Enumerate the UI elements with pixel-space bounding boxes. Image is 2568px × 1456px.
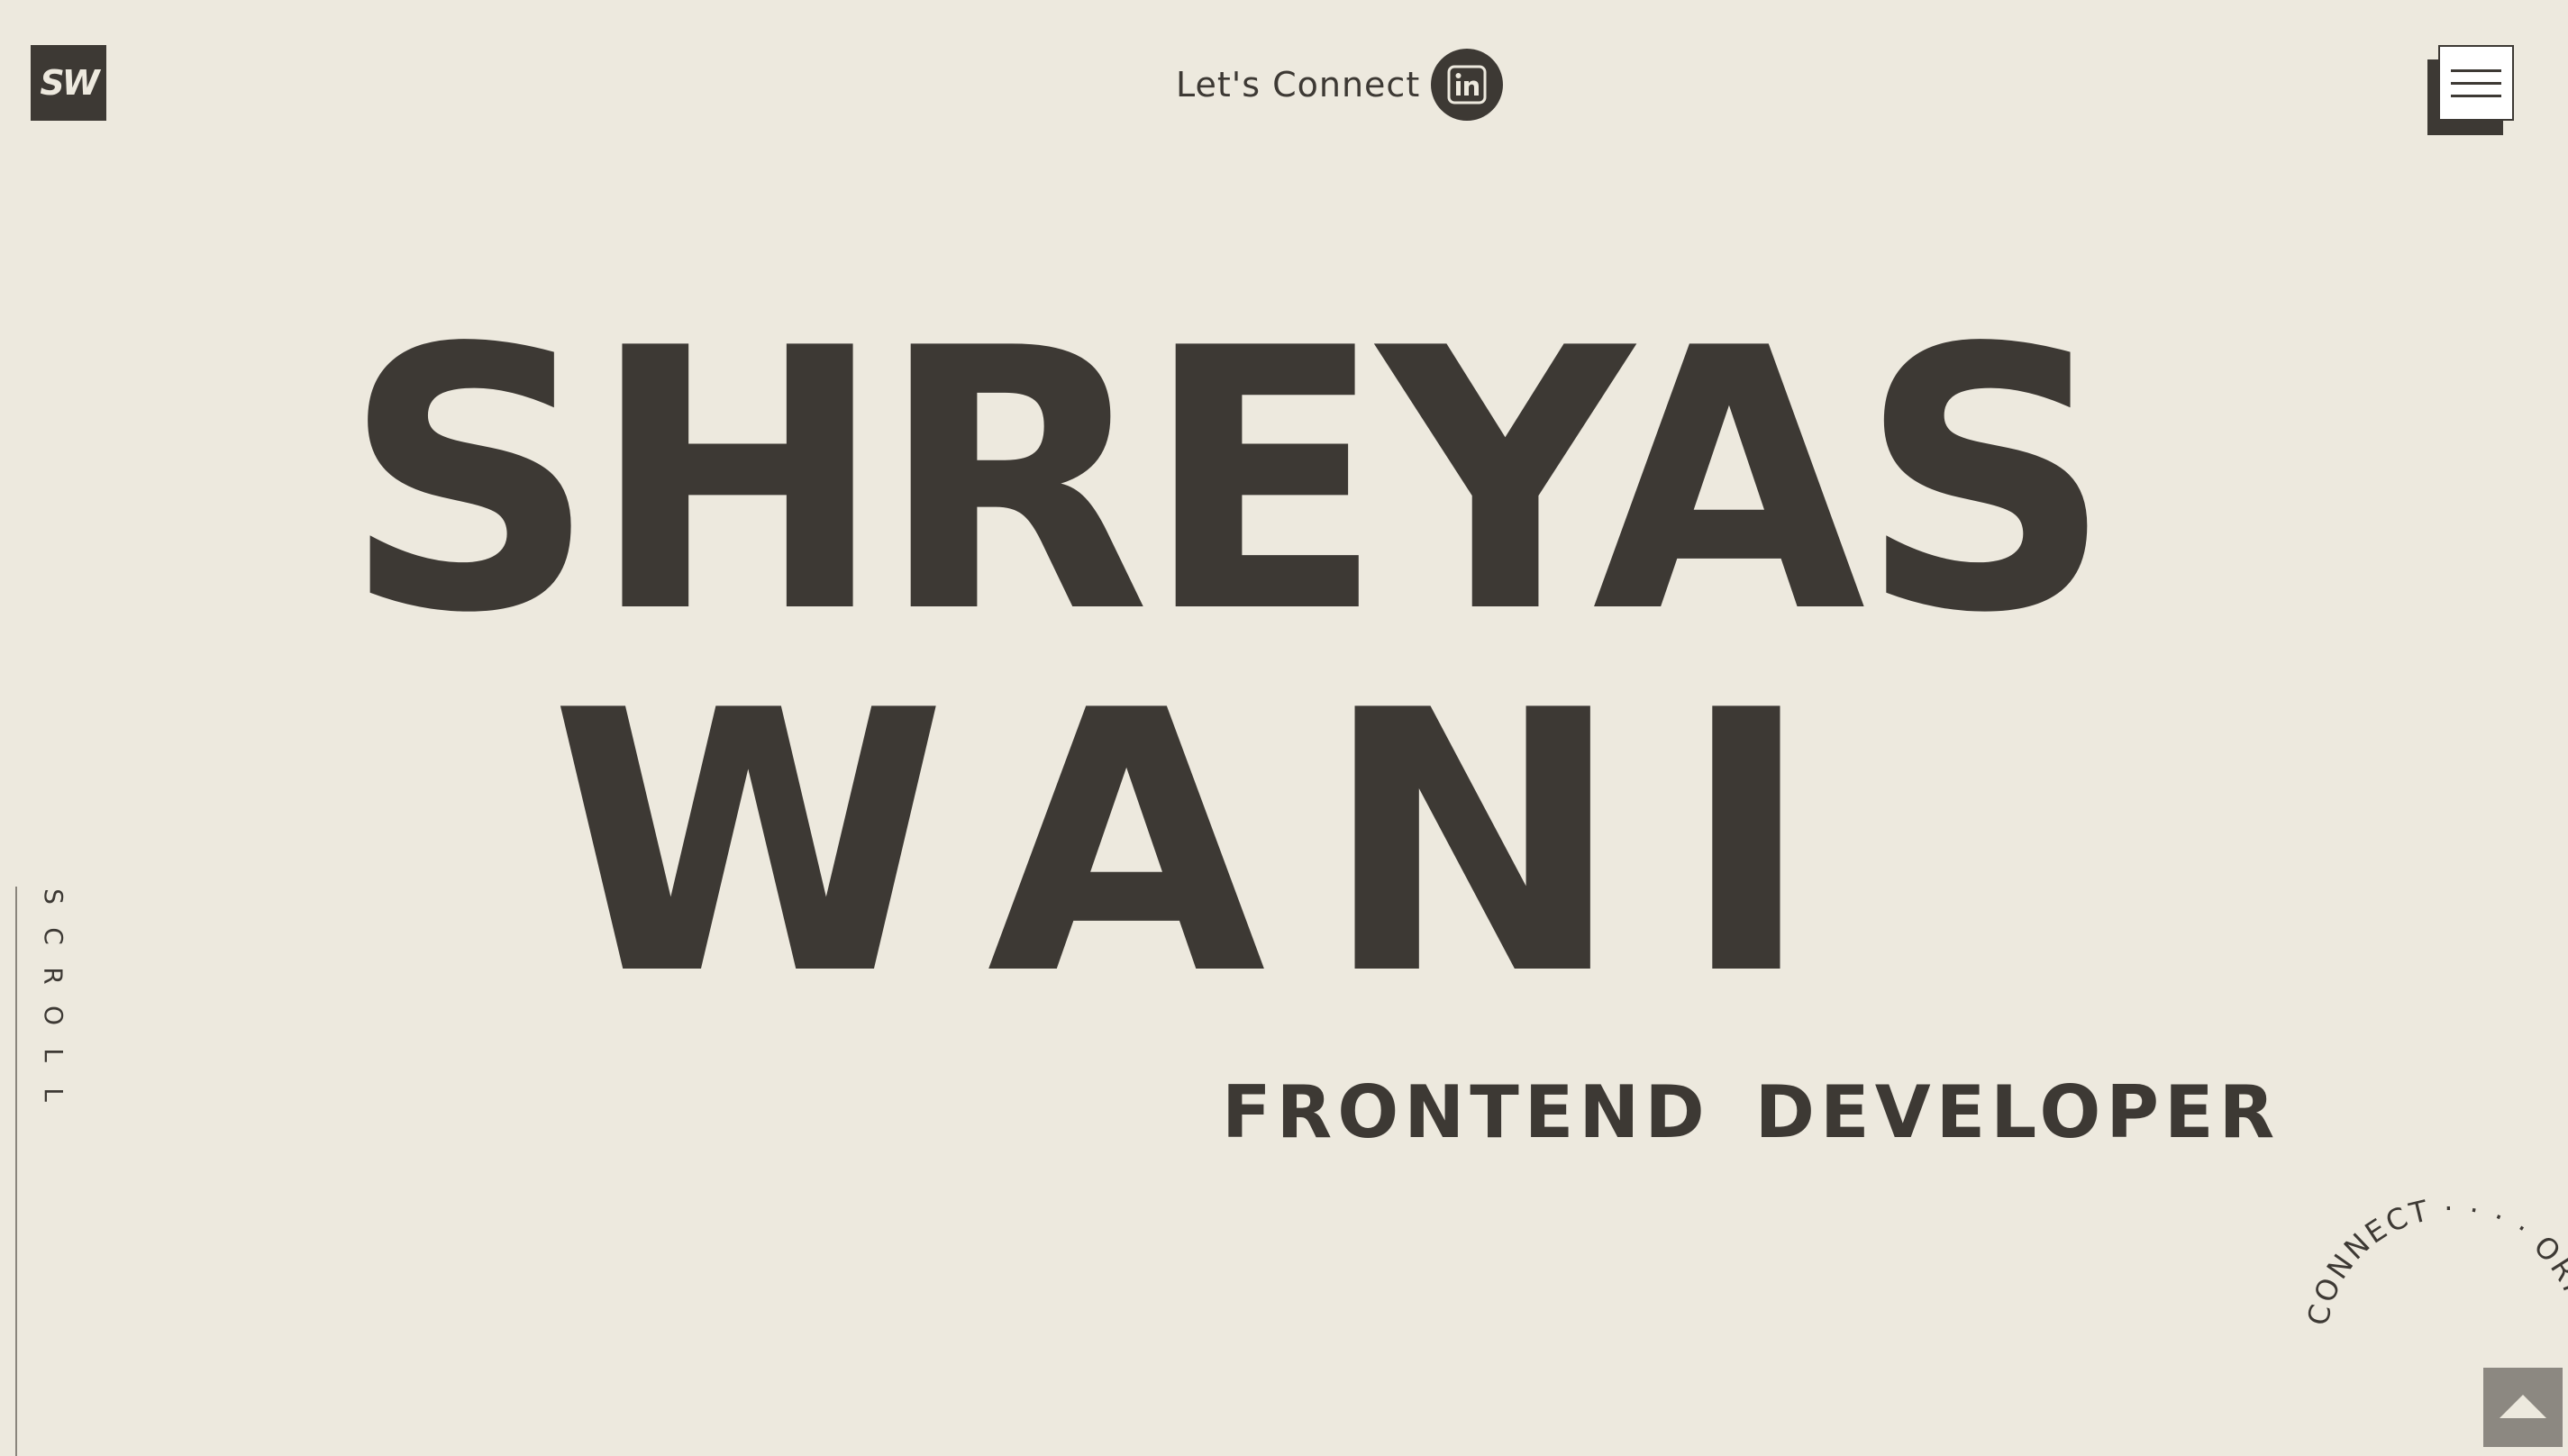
scroll-letter: S <box>39 888 68 905</box>
logo[interactable]: SW <box>31 45 106 121</box>
scroll-letter: L <box>38 1048 68 1062</box>
hero-last-name: WANI <box>550 635 1870 1054</box>
circular-connect-text: CONNECT · · · · ORM · · <box>2300 1191 2568 1360</box>
hero-role: FRONTEND DEVELOPER <box>1222 1070 2281 1154</box>
connect-label: Let's Connect <box>1176 65 1421 105</box>
scroll-line <box>15 887 17 1456</box>
menu-button[interactable] <box>2438 45 2514 121</box>
scroll-letter: O <box>38 1005 68 1026</box>
hero-first-name: SHREYAS <box>342 273 2113 692</box>
back-to-top-button[interactable] <box>2483 1368 2563 1447</box>
scroll-letter: L <box>38 1087 68 1102</box>
lets-connect-link[interactable]: Let's Connect <box>1176 47 1504 123</box>
scroll-letter: C <box>39 927 68 945</box>
scroll-letter: R <box>39 967 68 985</box>
scroll-indicator: S C R O L L <box>38 883 68 1108</box>
hamburger-menu-icon[interactable] <box>2427 43 2518 137</box>
arrow-up-icon <box>2500 1395 2546 1418</box>
linkedin-icon[interactable] <box>1431 49 1504 121</box>
svg-text:CONNECT · · · · ORM · ·: CONNECT · · · · ORM · · <box>2300 1191 2568 1360</box>
